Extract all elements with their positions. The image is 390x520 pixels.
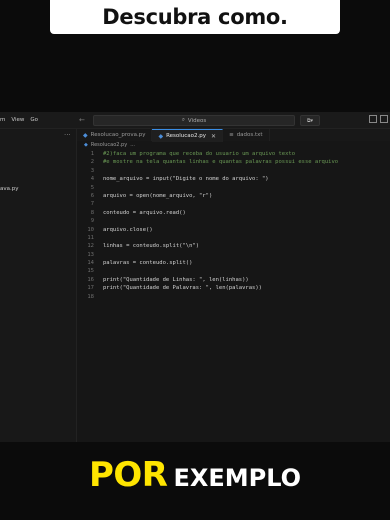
code-text: palavras = conteudo.split()	[103, 260, 193, 267]
tab-label: dados.txt	[236, 132, 263, 138]
breadcrumb-rest[interactable]: ...	[130, 142, 135, 148]
menu-item-go[interactable]: Go	[30, 117, 38, 123]
line-number: 1	[90, 151, 94, 157]
tab-resolucao2[interactable]: ◆ Resolucao2.py ✕	[152, 129, 224, 142]
code-text: print("Quantidade de Palavras: ", len(pa…	[103, 285, 262, 292]
line-number: 17	[87, 285, 94, 292]
toggle-sidebar-icon[interactable]	[369, 115, 377, 123]
breadcrumb-file[interactable]: Resolucao2.py	[91, 142, 127, 148]
code-line[interactable]: 3	[82, 167, 382, 175]
copilot-button[interactable]: ⧉▾	[300, 115, 320, 126]
line-number: 6	[90, 192, 94, 199]
python-file-icon: ◆	[83, 131, 88, 139]
layout-controls	[369, 115, 388, 123]
code-line[interactable]: 7	[82, 200, 382, 208]
search-text: Videos	[187, 117, 207, 124]
line-number: 3	[90, 167, 94, 174]
code-line[interactable]: 6 arquivo = open(nome_arquivo, "r")	[82, 192, 382, 200]
code-line[interactable]: 8 conteudo = arquivo.read()	[82, 209, 382, 217]
line-number: 18	[87, 293, 94, 300]
line-number: 2	[90, 159, 94, 166]
back-arrow-icon[interactable]: ←	[79, 116, 85, 124]
code-text: print("Quantidade de Linhas: ", len(linh…	[103, 276, 249, 283]
menu-item-view[interactable]: View	[11, 117, 24, 123]
more-actions-icon[interactable]: ···	[64, 131, 71, 139]
line-number: 12	[87, 243, 94, 250]
code-line[interactable]: 11	[82, 234, 382, 242]
command-center-search[interactable]: ⌕ Videos	[93, 115, 295, 126]
close-icon[interactable]: ✕	[211, 133, 216, 140]
tab-dados[interactable]: ≡ dados.txt	[223, 129, 270, 141]
code-line[interactable]: 9	[82, 217, 382, 225]
code-line[interactable]: 2 #e mostre na tela quantas linhas e quan…	[82, 158, 382, 166]
code-line[interactable]: 10 arquivo.close()	[82, 226, 382, 234]
title-bar: m View Go ← ⌕ Videos ⧉▾	[0, 112, 390, 129]
text-file-icon: ≡	[229, 132, 234, 138]
caption-rest: EXEMPLO	[173, 464, 302, 492]
tab-label: Resolucao2.py	[166, 133, 207, 139]
tab-label: Resolucao_prova.py	[90, 132, 146, 138]
line-number: 5	[90, 184, 94, 191]
explorer-file-item[interactable]: ava.py	[0, 186, 19, 192]
search-icon: ⌕	[181, 117, 185, 123]
code-line[interactable]: 13	[82, 251, 382, 259]
python-file-icon: ◆	[158, 132, 164, 140]
toggle-panel-icon[interactable]	[380, 115, 388, 123]
line-number: 10	[87, 226, 94, 233]
line-number: 16	[87, 276, 94, 283]
caption-bottom: POR EXEMPLO	[0, 455, 390, 495]
code-line[interactable]: 18	[82, 293, 382, 301]
code-text: #2)faca um programa que receba do usuari…	[103, 151, 296, 157]
code-line[interactable]: 14 palavras = conteudo.split()	[82, 259, 382, 267]
code-line[interactable]: 17 print("Quantidade de Palavras: ", len(…	[82, 284, 382, 292]
banner-text: Descubra como.	[102, 5, 288, 29]
code-line[interactable]: 15	[82, 267, 382, 275]
breadcrumb: ◆ Resolucao2.py ...	[84, 142, 135, 148]
code-text: nome_arquivo = input("Digite o nome do a…	[103, 176, 269, 183]
copilot-icon: ⧉▾	[306, 117, 314, 124]
python-file-icon: ◆	[84, 142, 88, 148]
code-text: linhas = conteudo.split("\n")	[103, 243, 200, 250]
code-text: #e mostre na tela quantas linhas e quant…	[103, 159, 339, 166]
code-line[interactable]: 1 #2)faca um programa que receba do usuar…	[82, 150, 382, 158]
line-number: 13	[87, 251, 94, 258]
line-number: 7	[90, 201, 94, 208]
line-number: 15	[87, 268, 94, 275]
line-number: 9	[90, 218, 94, 225]
tab-resolucao-prova[interactable]: ◆ Resolucao_prova.py	[77, 129, 153, 141]
code-text: arquivo.close()	[103, 226, 153, 233]
nav-arrows: ←	[79, 116, 85, 124]
line-number: 14	[87, 260, 94, 267]
line-number: 8	[90, 209, 94, 216]
code-area[interactable]: 1 #2)faca um programa que receba do usuar…	[82, 150, 382, 301]
caption-banner-top: Descubra como.	[50, 0, 340, 34]
line-number: 4	[90, 176, 94, 183]
line-number: 11	[87, 234, 94, 241]
menu-bar: m View Go	[0, 117, 38, 123]
code-line[interactable]: 16 print("Quantidade de Linhas: ", len(li…	[82, 276, 382, 284]
explorer-sidebar: ··· ava.py	[0, 129, 77, 442]
code-line[interactable]: 4 nome_arquivo = input("Digite o nome do …	[82, 175, 382, 183]
code-editor-window: m View Go ← ⌕ Videos ⧉▾ ··· ava.py ◆ Res…	[0, 112, 390, 442]
code-line[interactable]: 5	[82, 184, 382, 192]
code-line[interactable]: 12 linhas = conteudo.split("\n")	[82, 242, 382, 250]
menu-item-partial[interactable]: m	[0, 117, 5, 123]
editor-tabs: ◆ Resolucao_prova.py ◆ Resolucao2.py ✕ ≡…	[77, 129, 390, 142]
caption-highlight: POR	[88, 455, 168, 495]
code-text: conteudo = arquivo.read()	[103, 209, 186, 216]
code-text: arquivo = open(nome_arquivo, "r")	[103, 192, 213, 199]
